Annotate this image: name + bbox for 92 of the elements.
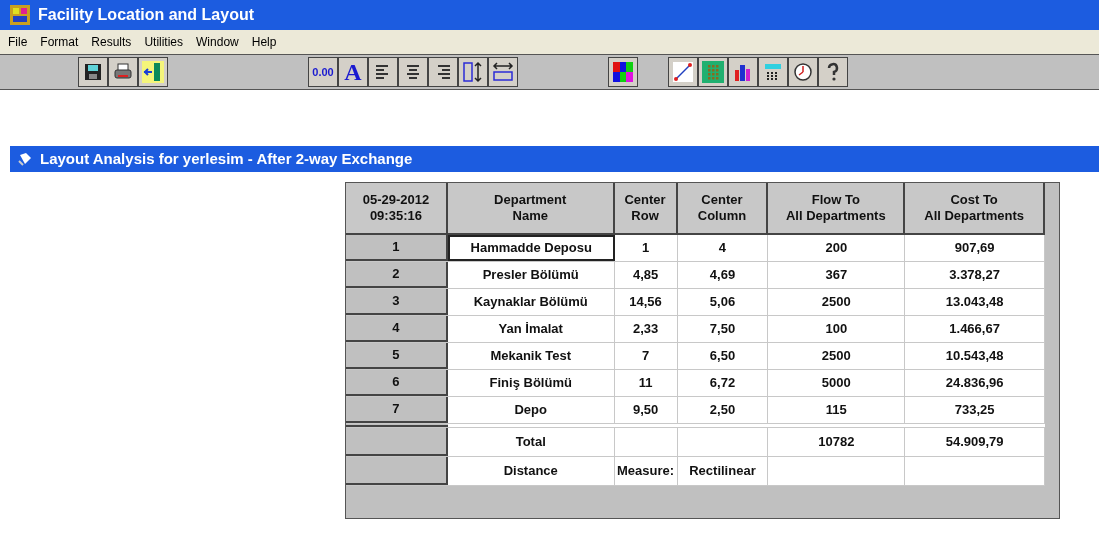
table-cell: 367 [768, 262, 906, 288]
corner-cell: 05-29-2012 09:35:16 [346, 183, 448, 233]
table-cell: Mekanik Test [447, 343, 615, 369]
toolbar-button[interactable] [78, 57, 108, 87]
toolbar-button[interactable] [398, 57, 428, 87]
row-header[interactable]: 6 [346, 370, 448, 396]
table-cell: Rectilinear [677, 457, 769, 485]
toolbar-button[interactable] [728, 57, 758, 87]
app-icon [10, 5, 30, 25]
window-title: Facility Location and Layout [38, 5, 255, 25]
color-grid-icon [612, 61, 634, 83]
table-cell: 4,85 [614, 262, 678, 288]
menu-item[interactable]: Help [251, 33, 277, 51]
table-cell: 2,50 [677, 397, 769, 423]
table-cell: 13.043,48 [905, 289, 1045, 315]
toolbar-button[interactable] [488, 57, 518, 87]
table-cell: Measure: [614, 457, 678, 485]
column-header[interactable]: Center Row [614, 183, 678, 233]
table-cell: Yan İmalat [447, 316, 615, 342]
column-header[interactable]: Department Name [447, 183, 615, 233]
document-icon [18, 152, 32, 166]
menu-item[interactable]: Results [91, 33, 132, 51]
table-cell: Hammadde Deposu [447, 235, 615, 261]
table-cell: 907,69 [905, 235, 1045, 261]
spreadsheet-icon [702, 61, 724, 83]
table-cell: 6,72 [677, 370, 769, 396]
table-cell: 11 [614, 370, 678, 396]
toolbar-button[interactable]: A [338, 57, 368, 87]
clock-icon [792, 61, 814, 83]
row-header[interactable] [346, 428, 448, 456]
table-cell: 24.836,96 [905, 370, 1045, 396]
table-cell: 2,33 [614, 316, 678, 342]
table-cell: 4,69 [677, 262, 769, 288]
table-cell: 5000 [768, 370, 906, 396]
menu-item[interactable]: Window [196, 33, 239, 51]
row-header[interactable]: 1 [346, 235, 448, 261]
floppy-icon [82, 61, 104, 83]
child-window-title: Layout Analysis for yerlesim - After 2-way Exchange [40, 148, 413, 169]
table-cell: Kaynaklar Bölümü [447, 289, 615, 315]
table-cell: 7,50 [677, 316, 769, 342]
toolbar-button[interactable] [788, 57, 818, 87]
table-cell: Distance [447, 457, 615, 485]
table-cell: 115 [768, 397, 906, 423]
table-cell: 100 [768, 316, 906, 342]
table-cell: 4 [677, 235, 769, 261]
table-cell: 2500 [768, 289, 906, 315]
table-cell: 9,50 [614, 397, 678, 423]
table-cell: 14,56 [614, 289, 678, 315]
toolbar-button[interactable] [818, 57, 848, 87]
row-header[interactable] [346, 457, 448, 485]
table-cell: 200 [768, 235, 906, 261]
table-cell: 6,50 [677, 343, 769, 369]
table-cell: 7 [614, 343, 678, 369]
table-cell: 10782 [768, 428, 906, 456]
row-header[interactable]: 7 [346, 397, 448, 423]
menu-item[interactable]: Format [40, 33, 79, 51]
table-cell: 3.378,27 [905, 262, 1045, 288]
toolbar-button[interactable] [698, 57, 728, 87]
toolbar-button[interactable] [368, 57, 398, 87]
line-chart-icon [672, 61, 694, 83]
table-cell: 733,25 [905, 397, 1045, 423]
row-height-icon [462, 61, 484, 83]
toolbar-button[interactable] [138, 57, 168, 87]
toolbar-button[interactable] [758, 57, 788, 87]
table-cell: 54.909,79 [905, 428, 1045, 456]
column-width-icon [492, 61, 514, 83]
row-header[interactable]: 3 [346, 289, 448, 315]
table-cell: Total [447, 428, 615, 456]
toolbar-button[interactable] [668, 57, 698, 87]
row-header[interactable]: 2 [346, 262, 448, 288]
table-cell: 10.543,48 [905, 343, 1045, 369]
door-exit-icon [142, 61, 164, 83]
toolbar-button[interactable] [458, 57, 488, 87]
column-header[interactable]: Flow To All Departments [768, 183, 906, 233]
table-cell: Presler Bölümü [447, 262, 615, 288]
table-cell: Depo [447, 397, 615, 423]
table-cell: 1 [614, 235, 678, 261]
table-cell: 1.466,67 [905, 316, 1045, 342]
toolbar-button[interactable] [608, 57, 638, 87]
row-header[interactable]: 5 [346, 343, 448, 369]
toolbar-button[interactable] [108, 57, 138, 87]
table-cell: 5,06 [677, 289, 769, 315]
table-cell: 2500 [768, 343, 906, 369]
calculator-icon [762, 61, 784, 83]
menu-item[interactable]: Utilities [144, 33, 184, 51]
toolbar-button[interactable]: 0.00 [308, 57, 338, 87]
toolbar-button[interactable] [428, 57, 458, 87]
menu-item[interactable]: File [8, 33, 28, 51]
column-header[interactable]: Center Column [677, 183, 769, 233]
table-cell: Finiş Bölümü [447, 370, 615, 396]
row-header[interactable]: 4 [346, 316, 448, 342]
column-header[interactable]: Cost To All Departments [905, 183, 1045, 233]
